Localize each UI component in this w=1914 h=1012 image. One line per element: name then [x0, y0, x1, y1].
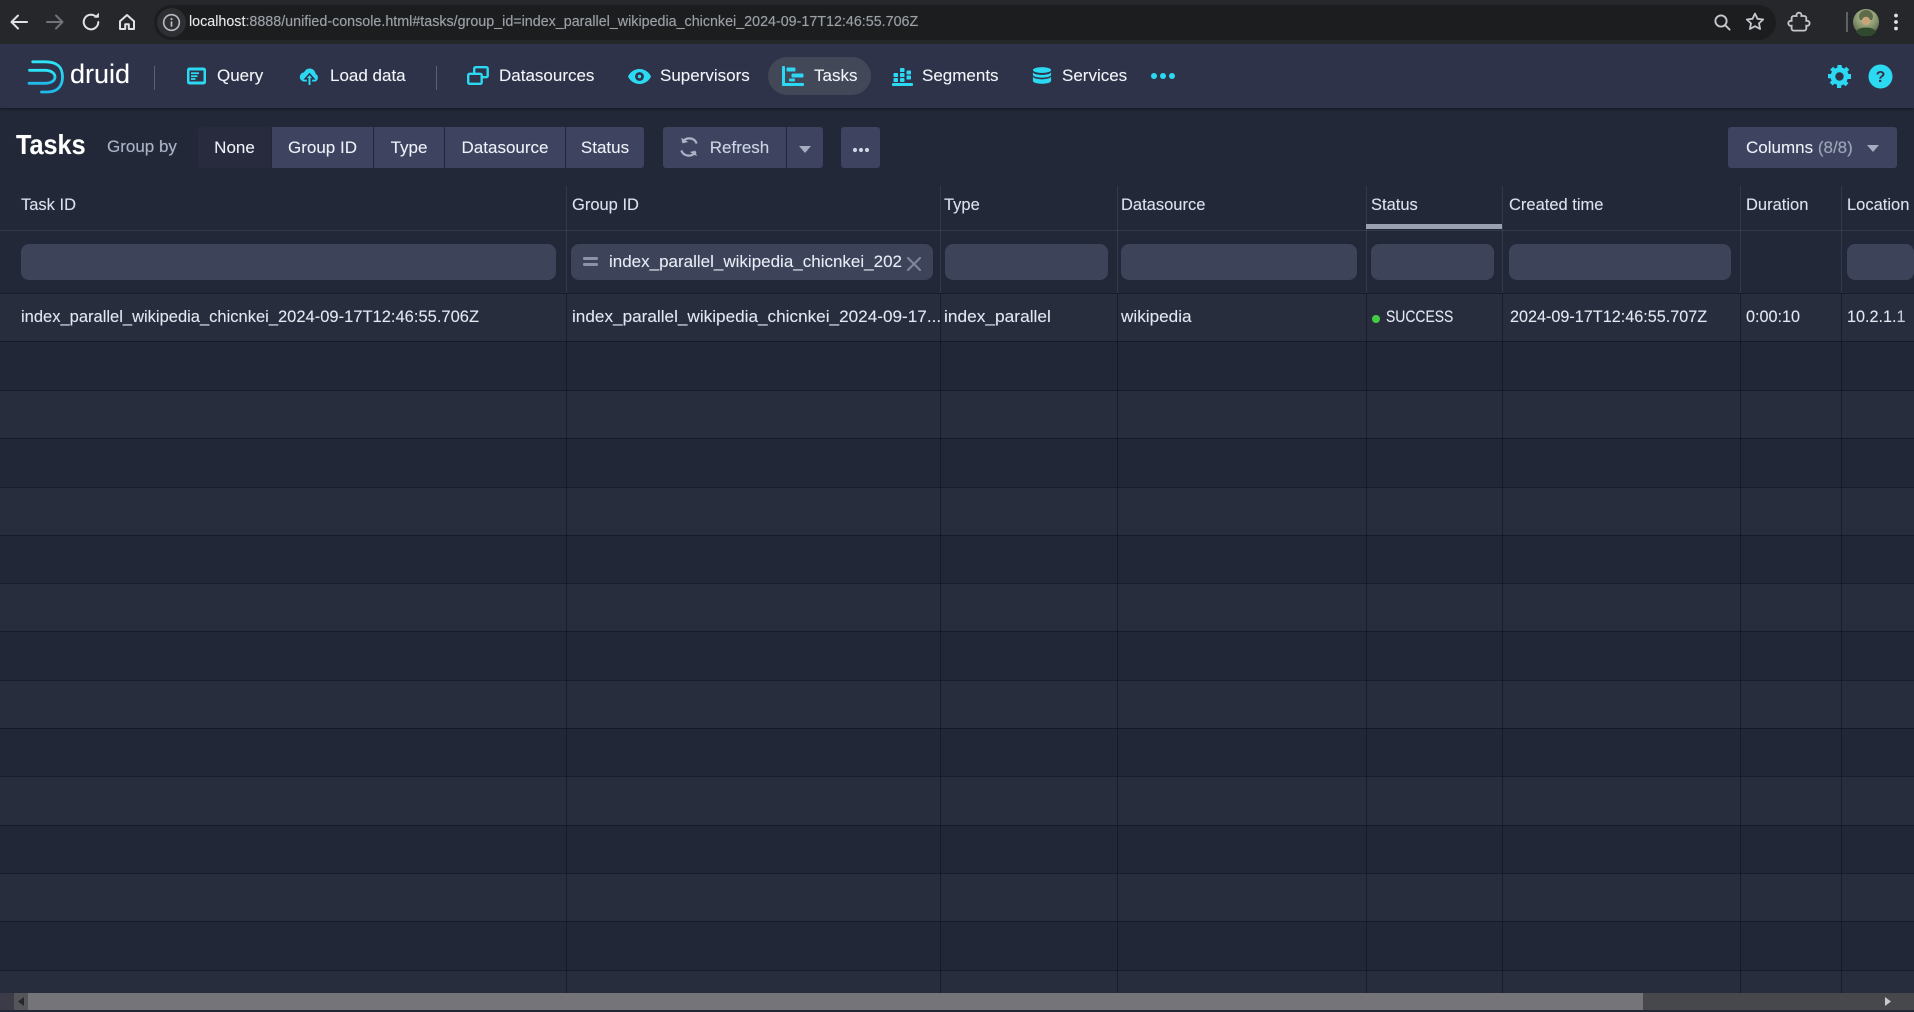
svg-text:?: ?: [1876, 69, 1886, 86]
